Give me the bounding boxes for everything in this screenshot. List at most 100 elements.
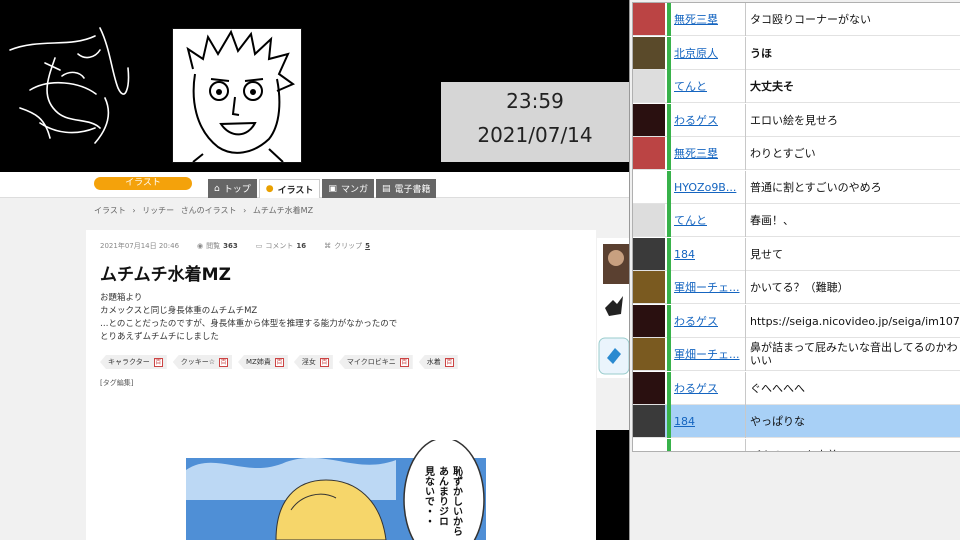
user-avatar	[633, 3, 665, 35]
comment-row[interactable]: わるゲス エロい絵を見せろ	[633, 103, 960, 137]
comment-row[interactable]: 無死三塁 タコ殴りコーナーがない	[633, 3, 960, 36]
tag-label: キャラクター	[108, 358, 150, 366]
comment-user-name[interactable]: 184	[671, 415, 745, 428]
post-description: お題箱より カメックスと同じ身長体重のムチムチMZ …とのことだったのですが、身…	[100, 292, 397, 344]
breadcrumb: イラスト › リッチー さんのイラスト › ムチムチ水着MZ	[94, 205, 317, 216]
comment-user-name[interactable]: 無死三塁	[671, 11, 745, 27]
comment-text: やっぱりな	[750, 414, 805, 428]
comment-user-name[interactable]: 無死三塁	[671, 145, 745, 161]
tab-manga[interactable]: ▣ マンガ	[322, 179, 374, 198]
comment-user-name[interactable]: わるゲス	[671, 380, 745, 396]
tag-item[interactable]: 水着百	[418, 355, 458, 369]
comments-stat: ▭ コメント 16	[256, 241, 306, 251]
comment-row[interactable]: 北京原人 うほ	[633, 36, 960, 70]
svg-text:あんまりジロ: あんまりジロ	[437, 466, 449, 526]
tag-list: キャラクター百 クッキー☆ 百 MZ姉貴百 淫女百 マイクロビキニ百 水着百	[100, 355, 458, 369]
tag-label: クッキー☆	[180, 358, 216, 366]
desc-line: カメックスと同じ身長体重のムチムチMZ	[100, 306, 258, 316]
comment-row[interactable]: 無死三塁 わりとすごい	[633, 136, 960, 170]
comment-row[interactable]: わるゲス ぐへへへへ	[633, 371, 960, 405]
streamer-avatar	[172, 28, 302, 163]
comment-row[interactable]: 軍畑ーチェ... 鼻が詰まって屁みたいな音出してるのかわいい	[633, 337, 960, 371]
tag-item[interactable]: キャラクター百	[100, 355, 167, 369]
comment-text: わりとすごい	[750, 146, 816, 160]
dictionary-icon[interactable]: 百	[219, 357, 229, 367]
dictionary-icon[interactable]: 百	[153, 357, 163, 367]
dictionary-icon[interactable]: 百	[444, 357, 454, 367]
brand-label[interactable]: イラスト	[94, 177, 192, 190]
post-card: 2021年07月14日 20:46 ◉ 閲覧 363 ▭ コメント 16 ⌘ ク…	[86, 230, 596, 540]
tab-top[interactable]: ⌂ トップ	[208, 179, 257, 198]
tag-item[interactable]: クッキー☆ 百	[172, 355, 233, 369]
comment-text: 大丈夫そ	[750, 79, 794, 93]
comment-row[interactable]: 184 やっぱりな	[633, 404, 960, 438]
comment-row[interactable]: てんと 春画！、	[633, 203, 960, 237]
tag-item[interactable]: マイクロビキニ百	[338, 355, 413, 369]
user-avatar	[633, 204, 665, 236]
breadcrumb-sep: ›	[132, 206, 136, 215]
views-label: 閲覧	[206, 242, 221, 250]
comment-row[interactable]: 184 見せて	[633, 237, 960, 271]
comment-user-name[interactable]: 北京原人	[671, 45, 745, 61]
dictionary-icon[interactable]: 百	[319, 357, 329, 367]
comment-user-name[interactable]: わるゲス	[671, 313, 745, 329]
user-avatar	[633, 171, 665, 203]
comment-row[interactable]: HYOZo9B...バカみてーな水着	[633, 438, 960, 452]
comment-row[interactable]: てんと 大丈夫そ	[633, 69, 960, 103]
site-nav: イラスト ⌂ トップ ● イラスト ▣ マンガ ▤ 電子書籍	[0, 172, 629, 198]
tab-ebook[interactable]: ▤ 電子書籍	[375, 179, 437, 198]
views-stat: ◉ 閲覧 363	[197, 241, 238, 251]
comment-user-name[interactable]: てんと	[671, 212, 745, 228]
comment-panel: 無死三塁 タコ殴りコーナーがない 北京原人 うほ てんと 大丈夫そ わるゲス エロい絵を見せろ…	[629, 0, 960, 540]
comment-text: 春画！、	[750, 213, 794, 227]
comment-user-name[interactable]: 軍畑ーチェ...	[671, 346, 745, 362]
tag-item[interactable]: 淫女百	[293, 355, 333, 369]
clip-icon: ⌘	[324, 242, 332, 250]
views-count: 363	[223, 242, 238, 250]
tab-illust[interactable]: ● イラスト	[258, 179, 321, 198]
comment-list[interactable]: 無死三塁 タコ殴りコーナーがない 北京原人 うほ てんと 大丈夫そ わるゲス エロい絵を見せろ…	[632, 2, 960, 452]
comment-user-name[interactable]: 184	[671, 248, 745, 261]
clock-date: 2021/07/14	[477, 123, 593, 147]
comment-row[interactable]: HYOZo9B... 普通に割とすごいのやめろ	[633, 170, 960, 204]
comment-user-name[interactable]: わるゲス	[671, 112, 745, 128]
comment-text: 鼻が詰まって屁みたいな音出してるのかわいい	[750, 341, 958, 367]
dictionary-icon[interactable]: 百	[274, 357, 284, 367]
breadcrumb-root[interactable]: イラスト	[94, 206, 126, 215]
dictionary-icon[interactable]: 百	[399, 357, 409, 367]
comment-row[interactable]: わるゲス https://seiga.nicovideo.jp/seiga/im1…	[633, 304, 960, 338]
comment-row[interactable]: 軍畑ーチェ... かいてる？（難聴）	[633, 270, 960, 304]
book-icon: ▤	[381, 183, 391, 194]
comment-text: バカみてーな水着	[746, 449, 960, 452]
comment-user-name[interactable]: HYOZo9B...	[671, 181, 745, 194]
user-avatar	[633, 70, 665, 102]
desc-line: とりあえずムチムチにしました	[100, 332, 219, 342]
comment-user-name[interactable]: 軍畑ーチェ...	[671, 279, 745, 295]
tag-label: 水着	[426, 358, 441, 366]
tab-label: イラスト	[277, 185, 314, 196]
comment-user-name[interactable]: てんと	[671, 78, 745, 94]
comment-user-name[interactable]: HYOZo9B...	[671, 449, 745, 452]
tag-item[interactable]: MZ姉貴百	[238, 355, 288, 369]
comment-text: かいてる？（難聴）	[750, 280, 849, 294]
user-avatar	[633, 104, 665, 136]
user-avatar	[633, 439, 665, 451]
tag-edit-link[interactable]: [タグ編集]	[100, 378, 133, 388]
comment-icon: ▭	[255, 242, 263, 250]
clips-stat[interactable]: ⌘ クリップ 5	[324, 241, 370, 251]
clips-label: クリップ	[334, 242, 363, 250]
comments-count: 16	[296, 242, 307, 250]
breadcrumb-user[interactable]: リッチー	[142, 206, 174, 215]
illustration-image[interactable]: 恥ずかしいから あんまりジロ 見ないで・・	[186, 440, 486, 540]
svg-text:恥ずかしいから: 恥ずかしいから	[451, 465, 463, 537]
clips-count[interactable]: 5	[365, 242, 370, 250]
tag-label: マイクロビキニ	[346, 358, 396, 366]
tab-label: 電子書籍	[394, 185, 431, 195]
comment-text: タコ殴りコーナーがない	[750, 12, 871, 26]
post-meta: 2021年07月14日 20:46 ◉ 閲覧 363 ▭ コメント 16 ⌘ ク…	[100, 241, 430, 251]
post-title: ムチムチ水着MZ	[100, 265, 231, 285]
clock-overlay: 23:59 2021/07/14	[441, 82, 629, 162]
breadcrumb-user-suffix: さんのイラスト	[180, 206, 237, 215]
clock-time: 23:59	[506, 89, 564, 113]
page-edge	[596, 430, 629, 540]
